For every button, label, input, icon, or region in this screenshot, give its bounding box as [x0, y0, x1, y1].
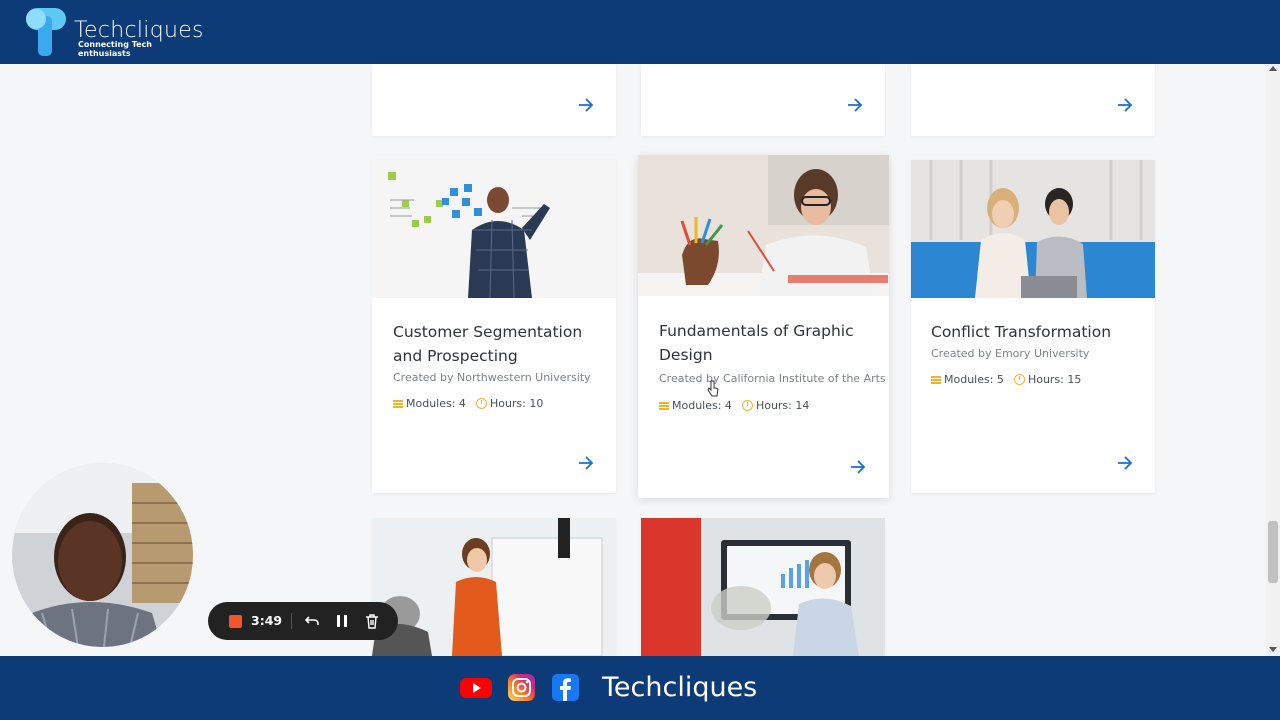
- hours-count: Hours: 14: [755, 399, 810, 412]
- modules-count: Modules: 4: [672, 399, 732, 412]
- clock-icon: [741, 400, 753, 411]
- hours-count: Hours: 10: [489, 397, 544, 410]
- screen-recorder-bar: 3:49: [208, 602, 398, 640]
- trash-icon[interactable]: [364, 613, 380, 629]
- clock-icon: [1013, 374, 1025, 385]
- course-card-partial[interactable]: [911, 64, 1155, 136]
- modules-count: Modules: 4: [406, 397, 466, 410]
- modules-count: Modules: 5: [944, 373, 1004, 386]
- course-card-partial[interactable]: [641, 64, 885, 136]
- course-image: [911, 160, 1155, 298]
- scroll-thumb[interactable]: [1268, 521, 1278, 583]
- instagram-icon[interactable]: [508, 674, 535, 701]
- modules-icon: [659, 401, 669, 410]
- arrow-right-icon[interactable]: [847, 98, 863, 112]
- logo-mark-icon: [26, 8, 66, 56]
- divider: [291, 613, 292, 629]
- brand-tagline: Connecting Tech enthusiasts: [78, 40, 152, 58]
- facebook-icon[interactable]: [552, 674, 579, 701]
- course-card-partial[interactable]: [372, 518, 616, 656]
- pause-icon[interactable]: [334, 613, 350, 629]
- course-card-partial[interactable]: [641, 518, 885, 656]
- course-image: [638, 155, 889, 296]
- mouse-cursor-icon: [707, 380, 719, 397]
- webcam-overlay: [12, 463, 193, 647]
- techcliques-logo[interactable]: Techcliques Connecting Tech enthusiasts: [24, 6, 204, 58]
- arrow-right-icon[interactable]: [1117, 456, 1133, 470]
- course-card[interactable]: Conflict Transformation Created by Emory…: [911, 160, 1155, 493]
- course-meta: Modules: 4 Hours: 14: [659, 399, 809, 412]
- course-creator: Created by California Institute of the A…: [659, 372, 886, 385]
- course-card-partial[interactable]: [372, 64, 616, 136]
- hours-count: Hours: 15: [1027, 373, 1082, 386]
- course-card[interactable]: Customer Segmentation and Prospecting Cr…: [372, 160, 616, 493]
- course-meta: Modules: 5 Hours: 15: [931, 373, 1081, 386]
- course-image: [372, 518, 616, 656]
- modules-icon: [931, 375, 941, 384]
- course-title[interactable]: Customer Segmentation and Prospecting: [393, 320, 608, 368]
- arrow-right-icon[interactable]: [578, 456, 594, 470]
- arrow-right-icon[interactable]: [578, 98, 594, 112]
- arrow-right-icon[interactable]: [1117, 98, 1133, 112]
- page-scrollbar[interactable]: [1266, 64, 1280, 656]
- modules-icon: [393, 399, 403, 408]
- course-image: [641, 518, 885, 656]
- course-image: [372, 160, 616, 298]
- undo-icon[interactable]: [304, 613, 320, 629]
- scroll-up-icon[interactable]: [1269, 66, 1277, 71]
- stop-recording-button[interactable]: [229, 615, 242, 628]
- course-creator: Created by Emory University: [931, 347, 1090, 360]
- scroll-down-icon[interactable]: [1269, 647, 1277, 652]
- course-creator: Created by Northwestern University: [393, 371, 591, 384]
- footer-brand-name: Techcliques: [602, 672, 758, 703]
- course-title[interactable]: Conflict Transformation: [931, 320, 1146, 344]
- course-meta: Modules: 4 Hours: 10: [393, 397, 543, 410]
- bottom-banner: Techcliques: [0, 656, 1280, 720]
- arrow-right-icon[interactable]: [850, 460, 866, 474]
- top-banner: Techcliques Connecting Tech enthusiasts: [0, 0, 1280, 64]
- course-card[interactable]: Fundamentals of Graphic Design Created b…: [638, 155, 889, 498]
- youtube-icon[interactable]: [460, 676, 492, 700]
- recording-time: 3:49: [251, 613, 283, 628]
- course-title[interactable]: Fundamentals of Graphic Design: [659, 319, 874, 367]
- clock-icon: [475, 398, 487, 409]
